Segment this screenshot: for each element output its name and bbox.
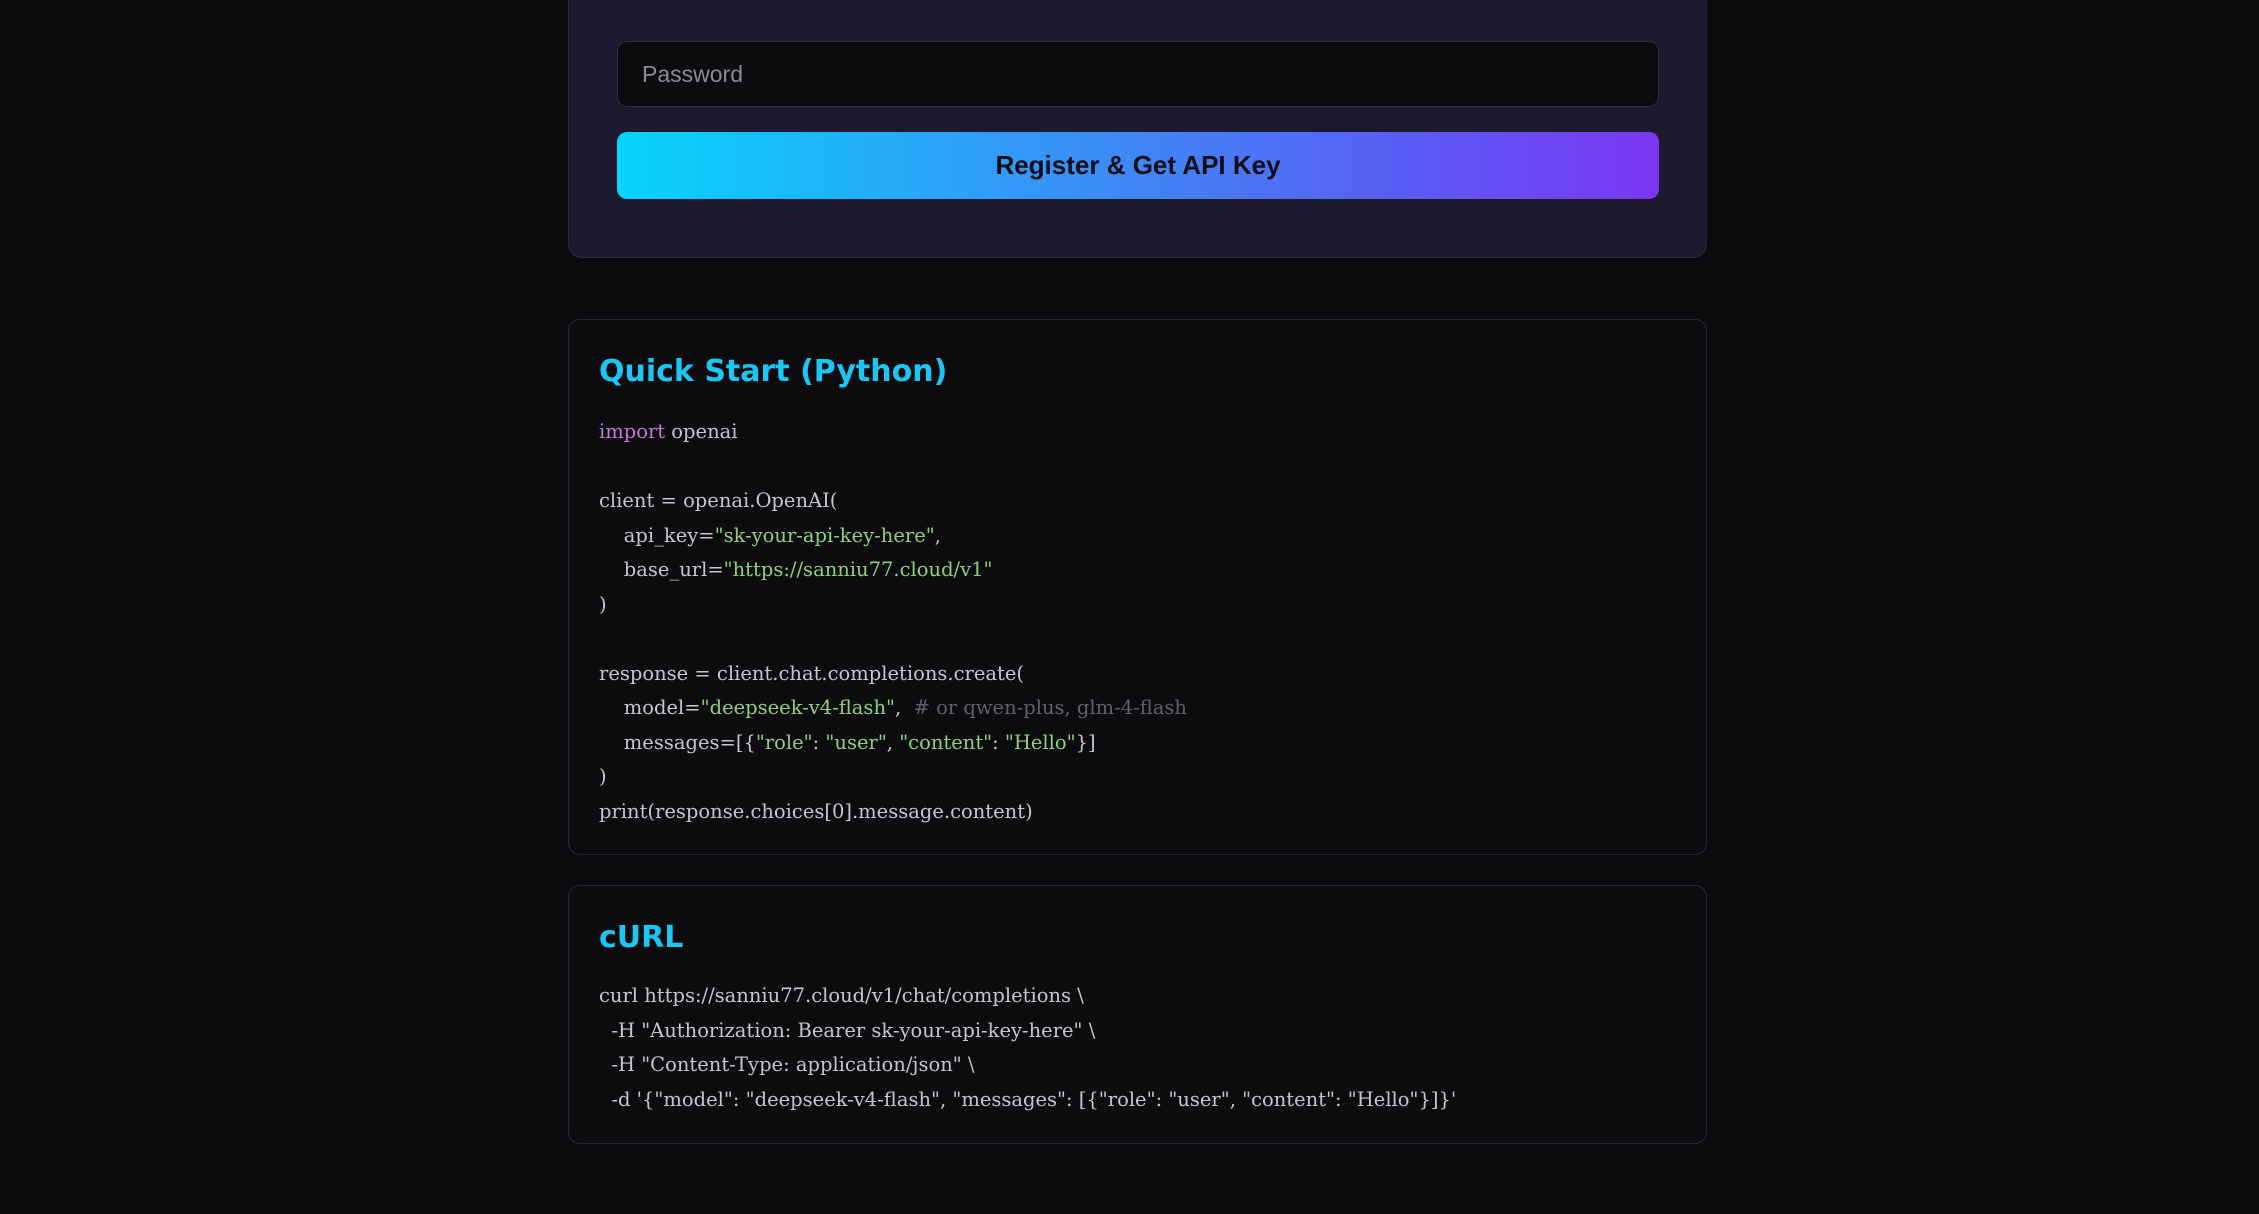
code-token: , bbox=[894, 696, 914, 719]
code-token: , bbox=[886, 730, 900, 754]
code-token: api_key= bbox=[599, 523, 715, 547]
code-line: -H "Content-Type: application/json" \ bbox=[599, 1048, 1456, 1083]
code-line: ) bbox=[599, 760, 1187, 795]
code-token: openai bbox=[665, 420, 738, 443]
code-token: curl https://sanniu77.cloud/v1/chat/comp… bbox=[599, 984, 1084, 1007]
password-field[interactable] bbox=[617, 41, 1659, 107]
code-token: "deepseek-v4-flash" bbox=[700, 696, 895, 719]
code-token: -H "Authorization: Bearer sk-your-api-ke… bbox=[599, 1018, 1096, 1042]
code-token: -d '{"model": "deepseek-v4-flash", "mess… bbox=[599, 1087, 1457, 1111]
curl-card-title: cURL bbox=[599, 920, 684, 955]
code-token: -H "Content-Type: application/json" \ bbox=[599, 1053, 975, 1076]
register-card: Register & Get API Key bbox=[568, 0, 1707, 258]
code-token: }] bbox=[1075, 730, 1096, 754]
code-token: client = openai.OpenAI( bbox=[599, 489, 838, 512]
code-line: curl https://sanniu77.cloud/v1/chat/comp… bbox=[599, 979, 1456, 1014]
code-token: "sk-your-api-key-here" bbox=[714, 523, 935, 547]
register-button[interactable]: Register & Get API Key bbox=[617, 132, 1659, 199]
code-token: "https://sanniu77.cloud/v1" bbox=[723, 558, 993, 581]
code-line: print(response.choices[0].message.conten… bbox=[599, 795, 1187, 830]
code-line: api_key="sk-your-api-key-here", bbox=[599, 519, 1187, 554]
code-token: "content" bbox=[899, 730, 993, 754]
code-token: : bbox=[812, 730, 826, 754]
code-token: , bbox=[934, 523, 941, 547]
code-token: response = client.chat.completions.creat… bbox=[599, 661, 1024, 685]
code-line: -H "Authorization: Bearer sk-your-api-ke… bbox=[599, 1014, 1456, 1049]
code-line: -d '{"model": "deepseek-v4-flash", "mess… bbox=[599, 1083, 1456, 1118]
code-line: import openai bbox=[599, 415, 1187, 450]
curl-code-block: curl https://sanniu77.cloud/v1/chat/comp… bbox=[599, 979, 1456, 1117]
code-line: model="deepseek-v4-flash", # or qwen-plu… bbox=[599, 691, 1187, 726]
code-token: "Hello" bbox=[1004, 730, 1076, 754]
python-quickstart-card: Quick Start (Python) import openai client… bbox=[568, 319, 1707, 855]
code-token: model= bbox=[599, 696, 701, 719]
code-line: client = openai.OpenAI( bbox=[599, 484, 1187, 519]
code-token: messages=[{ bbox=[599, 730, 756, 754]
code-line: messages=[{"role": "user", "content": "H… bbox=[599, 726, 1187, 761]
code-token: import bbox=[599, 420, 666, 443]
code-token: base_url= bbox=[599, 558, 724, 581]
python-card-title: Quick Start (Python) bbox=[599, 354, 948, 389]
code-token: "user" bbox=[825, 730, 887, 754]
code-line: ) bbox=[599, 588, 1187, 623]
code-token: # or qwen-plus, glm-4-flash bbox=[913, 696, 1187, 719]
curl-card: cURL curl https://sanniu77.cloud/v1/chat… bbox=[568, 885, 1707, 1144]
code-line: base_url="https://sanniu77.cloud/v1" bbox=[599, 553, 1187, 588]
code-token: ) bbox=[599, 765, 607, 788]
page: Register & Get API Key Quick Start (Pyth… bbox=[0, 0, 2259, 1214]
code-token: : bbox=[992, 730, 1005, 754]
code-token: print(response.choices[0].message.conten… bbox=[599, 799, 1033, 823]
code-token: ) bbox=[599, 592, 607, 616]
code-token: "role" bbox=[755, 730, 813, 754]
code-line: response = client.chat.completions.creat… bbox=[599, 657, 1187, 692]
python-code-block: import openai client = openai.OpenAI( api… bbox=[599, 415, 1187, 829]
